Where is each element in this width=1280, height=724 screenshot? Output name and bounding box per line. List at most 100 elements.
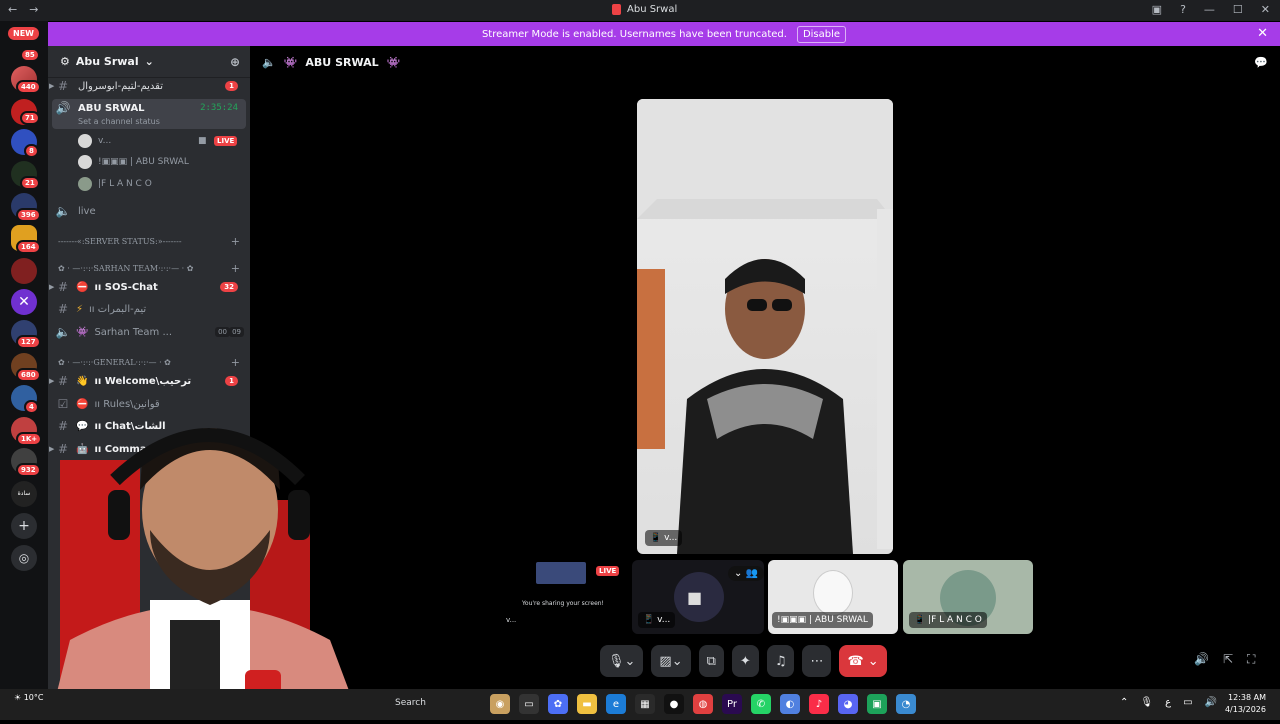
unread-indicator: ▶: [49, 377, 55, 385]
search-placeholder: Search: [395, 698, 426, 708]
disconnect-button[interactable]: ☎ ⌄: [839, 645, 887, 677]
unread-indicator: ▶: [49, 283, 55, 291]
app2-icon[interactable]: ▣: [867, 694, 887, 714]
task-view-icon[interactable]: ▭: [519, 694, 539, 714]
participant-label: 📱 v...: [638, 612, 676, 628]
channel-item[interactable]: ☑ ⛔ ıı Rules\قوانين: [54, 394, 244, 414]
voice-channel-item[interactable]: 🔈 👾 Sarhan Team ... 00 09: [54, 322, 244, 342]
forward-icon[interactable]: →: [29, 3, 38, 16]
whatsapp-icon[interactable]: ✆: [751, 694, 771, 714]
expand-controls[interactable]: ⌄ 👥: [727, 566, 764, 581]
minimize-icon[interactable]: —: [1204, 3, 1215, 16]
participant-tile[interactable]: !▣▣▣ | ABU SRWAL: [768, 560, 898, 634]
app3-icon[interactable]: ◔: [896, 694, 916, 714]
volume-tray-icon[interactable]: 🔊: [1205, 697, 1217, 708]
maximize-icon[interactable]: ☐: [1233, 3, 1243, 16]
participant-tile[interactable]: 📱 |F L A N C O: [903, 560, 1033, 634]
folder-icon[interactable]: ▬: [577, 694, 597, 714]
weather-icon: ☀: [14, 693, 22, 702]
category-header[interactable]: ✿ · —·:·:·GENERAL·:·:·— · ✿ +: [58, 356, 244, 369]
inbox-icon[interactable]: ▣: [1152, 3, 1162, 16]
voice-user[interactable]: v... ■ LIVE: [78, 132, 238, 150]
weather-widget[interactable]: ☀ 10°C: [14, 693, 43, 702]
camera-button[interactable]: ▨ ⌄: [651, 645, 691, 677]
browser-icon[interactable]: ◐: [780, 694, 800, 714]
weather-temp: 10°C: [23, 693, 44, 702]
channel-name: تقديم-لتيم-ابوسروال: [78, 80, 163, 92]
emoji-icon: 👾: [283, 55, 298, 69]
voice-user-name: v...: [98, 136, 112, 146]
add-channel-icon[interactable]: +: [231, 235, 240, 248]
emoji-icon: 👾: [386, 55, 401, 69]
participant-name: v...: [506, 616, 517, 624]
hash-icon: #: [57, 302, 69, 316]
voice-user[interactable]: !▣▣▣ | ABU SRWAL: [78, 153, 189, 171]
camera-tile[interactable]: ■ 📱 v... ⌄ 👥: [632, 560, 764, 634]
avatar: [78, 155, 92, 169]
channel-status[interactable]: Set a channel status: [78, 117, 160, 126]
system-tray: ⌃ 🎙 ع ▭ 🔊: [1120, 697, 1217, 708]
view-controls: 🔊 ⇱ ⛶: [1194, 652, 1255, 667]
premiere-icon[interactable]: Pr: [722, 694, 742, 714]
mute-button[interactable]: 🎙 ⌄: [600, 645, 644, 677]
channel-name: ıı Rules\قوانين: [94, 398, 160, 410]
popout-icon[interactable]: ⇱: [1223, 652, 1233, 667]
activities-button[interactable]: ✦: [731, 645, 759, 677]
copilot-icon[interactable]: ✿: [548, 694, 568, 714]
share-screen-button[interactable]: ⧉: [698, 645, 724, 677]
mention-badge: 32: [220, 282, 238, 292]
music-icon[interactable]: ♪: [809, 694, 829, 714]
server-icon[interactable]: [11, 258, 37, 284]
live-badge: LIVE: [596, 566, 620, 576]
taskbar-apps: ◉ ▭ ✿ ▬ e ▦ ● ◍ Pr ✆ ◐ ♪ ◕ ▣ ◔: [490, 694, 916, 714]
app-icon[interactable]: ●: [664, 694, 684, 714]
close-window-icon[interactable]: ✕: [1261, 3, 1270, 16]
channel-name: live: [78, 205, 96, 217]
chat-icon[interactable]: 💬: [1254, 56, 1268, 69]
voice-user[interactable]: |F L A N C O: [78, 175, 152, 193]
add-channel-icon[interactable]: +: [231, 356, 240, 369]
no-entry-icon: ⛔: [76, 398, 89, 410]
voice-user-name: !▣▣▣ | ABU SRWAL: [98, 157, 189, 167]
screen-share-tile[interactable]: LIVE You're sharing your screen! v...: [500, 560, 626, 634]
close-banner-icon[interactable]: ✕: [1257, 26, 1268, 41]
add-channel-icon[interactable]: +: [231, 262, 240, 275]
widget-icon[interactable]: ◉: [490, 694, 510, 714]
help-icon[interactable]: ?: [1180, 3, 1186, 16]
category-header[interactable]: -------«:SERVER STATUS:»------- +: [58, 235, 244, 248]
disable-button[interactable]: Disable: [796, 25, 847, 43]
language-icon[interactable]: ع: [1165, 697, 1171, 708]
activities-icon: ✦: [739, 653, 751, 669]
discord-icon[interactable]: ◕: [838, 694, 858, 714]
main-video-feed[interactable]: 📱 v...: [637, 99, 893, 554]
fullscreen-icon[interactable]: ⛶: [1247, 652, 1255, 667]
mic-tray-icon[interactable]: 🎙: [1140, 697, 1153, 708]
chrome-icon[interactable]: ◍: [693, 694, 713, 714]
store-icon[interactable]: ▦: [635, 694, 655, 714]
x-server-icon[interactable]: ✕: [11, 289, 37, 315]
more-button[interactable]: ⋯: [802, 645, 832, 677]
channel-item[interactable]: ▶ # ⛔ ıı SOS-Chat 32: [49, 277, 244, 297]
voice-channel-item[interactable]: 🔊 ABU SRWAL 2:35:24: [54, 98, 244, 118]
date: 4/13/2026: [1224, 705, 1266, 714]
volume-icon[interactable]: 🔊: [1194, 652, 1209, 667]
invite-icon[interactable]: ⊕: [230, 55, 240, 69]
edge-icon[interactable]: e: [606, 694, 626, 714]
clock[interactable]: 12:38 AM 4/13/2026: [1225, 692, 1266, 716]
soundboard-icon: ♫: [774, 653, 787, 669]
chevron-up-icon[interactable]: ⌃: [1120, 697, 1128, 708]
server-badge: 440: [16, 80, 41, 94]
network-icon[interactable]: ▭: [1183, 697, 1192, 708]
category-header[interactable]: ✿ · —·:·:·SARHAN TEAM·:·:·— · ✿ +: [58, 262, 244, 275]
user-count: 00: [215, 327, 230, 337]
voice-channel-item[interactable]: 🔈 live: [54, 201, 244, 221]
soundboard-button[interactable]: ♫: [766, 645, 795, 677]
channel-item[interactable]: ▶ # تقديم-لتيم-ابوسروال 1: [49, 76, 244, 96]
streamer-webcam-overlay: [0, 420, 410, 720]
channel-item[interactable]: ▶ # 👋 ıı Welcome\ترحيب 1: [49, 371, 244, 391]
channel-item[interactable]: # ⚡ ıı تيم-البمرات: [54, 299, 244, 319]
voice-user-name: |F L A N C O: [98, 179, 152, 189]
search-box[interactable]: Search: [395, 698, 426, 708]
server-header[interactable]: ⚙ Abu Srwal ⌄ ⊕: [48, 46, 250, 78]
back-icon[interactable]: ←: [8, 3, 17, 16]
